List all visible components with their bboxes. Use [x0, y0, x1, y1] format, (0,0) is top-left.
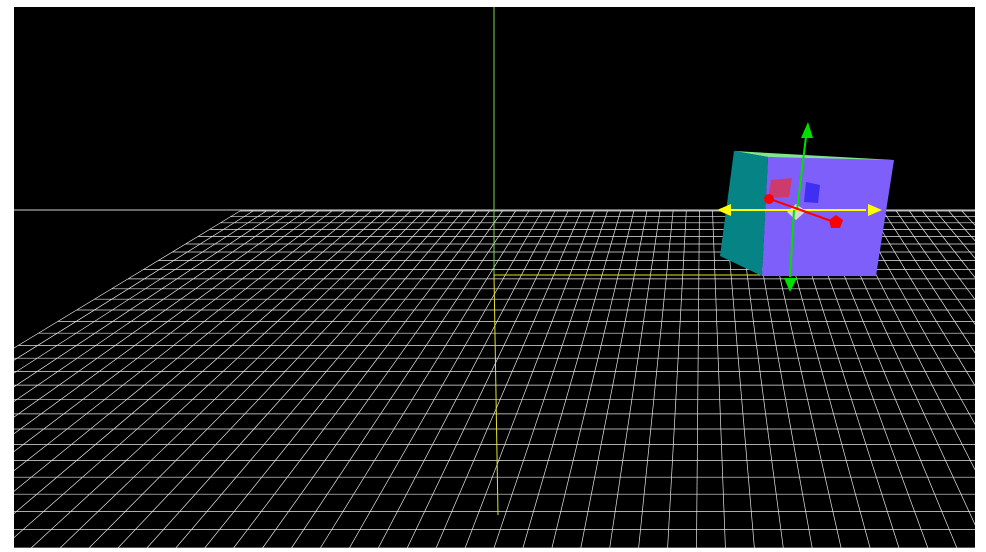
grid-line-vertical: [14, 210, 241, 349]
selected-cube[interactable]: [720, 151, 894, 276]
grid-line-vertical: [14, 210, 254, 361]
grid-line-vertical: [14, 210, 385, 539]
grid-line-vertical: [712, 210, 726, 548]
grid-line-vertical: [667, 210, 687, 548]
x-axis-handle-back-icon[interactable]: [764, 194, 774, 204]
grid-line-vertical: [291, 210, 516, 548]
grid-line-vertical: [233, 210, 490, 548]
grid-line-vertical: [609, 210, 661, 548]
z-axis-arrow-left-icon[interactable]: [717, 204, 731, 216]
grid-line-vertical: [88, 210, 425, 548]
grid-line-vertical: [869, 210, 975, 387]
grid-line-vertical: [909, 210, 975, 301]
grid-line-vertical: [435, 210, 582, 548]
grid-line-vertical: [464, 210, 595, 548]
grid-line-vertical: [117, 210, 438, 548]
app-frame: [0, 0, 986, 552]
grid-line-vertical: [961, 210, 975, 226]
grid-line-vertical: [59, 210, 411, 548]
grid-line-vertical: [696, 210, 700, 548]
grid-line-vertical: [551, 210, 635, 548]
grid-line-vertical: [522, 210, 621, 548]
ground-axis-line-depth: [493, 274, 499, 516]
grid-line-vertical: [406, 210, 569, 548]
grid-line-vertical: [14, 210, 346, 472]
cube-front-face[interactable]: [762, 157, 894, 276]
grid-line-vertical: [14, 210, 293, 402]
grid-line-vertical: [638, 210, 674, 548]
grid-line-vertical: [14, 210, 267, 374]
grid-line-vertical: [14, 210, 306, 418]
grid-line-vertical: [349, 210, 543, 548]
rotate-handle-blue[interactable]: [804, 182, 820, 203]
3d-viewport[interactable]: [14, 7, 975, 548]
scene-canvas[interactable]: [14, 7, 975, 548]
grid-line-vertical: [30, 210, 398, 548]
y-axis-arrow-down-icon[interactable]: [784, 278, 797, 292]
y-axis-arrow-up-icon[interactable]: [801, 122, 813, 138]
grid-line-vertical: [14, 210, 333, 452]
grid-line-vertical: [14, 210, 359, 492]
grid-line-vertical: [14, 210, 280, 388]
grid-line-vertical: [922, 210, 975, 279]
grid-line-vertical: [935, 210, 975, 259]
grid-line-vertical: [204, 210, 477, 548]
